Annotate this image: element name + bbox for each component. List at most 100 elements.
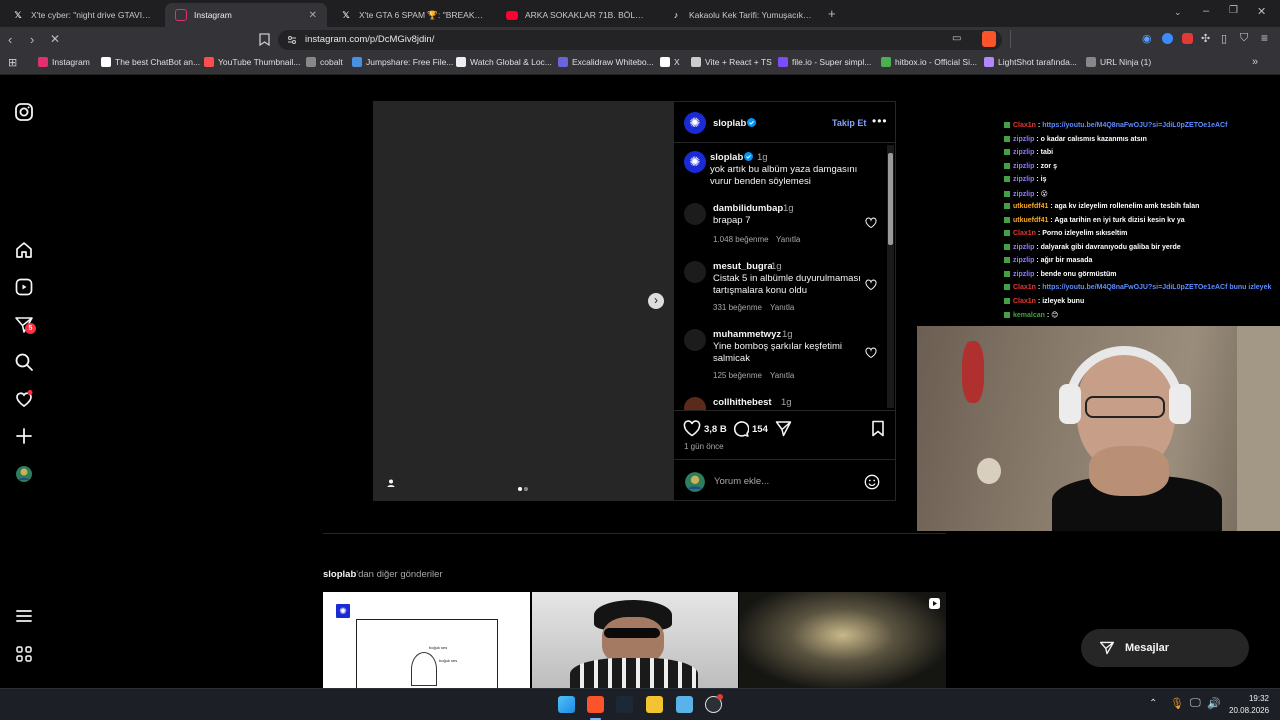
post-date[interactable]: 1 gün önce bbox=[684, 442, 724, 451]
extension-icon[interactable] bbox=[1162, 33, 1173, 44]
extensions-icon[interactable]: ✣ bbox=[1201, 32, 1210, 45]
bookmark-item[interactable]: X bbox=[660, 57, 680, 67]
comment-bubble-icon[interactable] bbox=[732, 420, 749, 437]
create-plus-icon[interactable] bbox=[14, 426, 34, 446]
comments-count[interactable]: 154 bbox=[752, 424, 768, 435]
new-tab-icon[interactable]: + bbox=[828, 6, 836, 21]
browser-tab[interactable]: ♪ Kakaolu Kek Tarifi: Yumuşacık, Kolay v bbox=[660, 3, 822, 27]
commenter-username[interactable]: mesut_bugra bbox=[713, 261, 773, 272]
more-bookmarks-icon[interactable]: » bbox=[1252, 56, 1258, 68]
author-avatar[interactable]: ✺ bbox=[684, 112, 706, 134]
url-field[interactable]: instagram.com/p/DcMGiv8jdin/ bbox=[278, 30, 1002, 50]
commenter-avatar[interactable] bbox=[684, 203, 706, 225]
commenter-username[interactable]: collhithebest bbox=[713, 397, 772, 408]
steam-icon[interactable] bbox=[616, 696, 633, 713]
next-slide-button[interactable]: › bbox=[648, 293, 664, 309]
notifications-heart-icon[interactable] bbox=[14, 389, 34, 409]
bookmark-item[interactable]: hitbox.io - Official Si... bbox=[881, 57, 977, 67]
more-options-icon[interactable]: ••• bbox=[872, 114, 888, 128]
comments-list[interactable]: ✺ sloplab 1g yok artık bu albüm yaza dam… bbox=[674, 143, 896, 410]
file-explorer-icon[interactable] bbox=[646, 696, 663, 713]
also-from-meta-icon[interactable] bbox=[14, 644, 34, 664]
save-bookmark-icon[interactable] bbox=[871, 420, 885, 437]
apps-grid-icon[interactable]: ⊞ bbox=[8, 56, 17, 69]
reply-button[interactable]: Yanıtla bbox=[776, 235, 800, 244]
clock-date[interactable]: 20.08.2026 bbox=[1229, 706, 1269, 715]
cast-icon[interactable]: ▭ bbox=[952, 33, 961, 44]
post-media[interactable]: › bbox=[373, 101, 674, 501]
messages-icon[interactable]: 5 bbox=[14, 315, 36, 335]
browser-tab[interactable]: 𝕏 X'te GTA 6 SPAM 🏆: "BREAKING: NE bbox=[330, 3, 494, 27]
volume-icon[interactable]: 🔊 bbox=[1207, 697, 1221, 710]
commenter-username[interactable]: dambilidumbap bbox=[713, 203, 783, 214]
commenter-avatar[interactable] bbox=[684, 261, 706, 283]
like-comment-icon[interactable] bbox=[865, 279, 877, 291]
network-icon[interactable]: 🖵 bbox=[1190, 697, 1201, 710]
maximize-icon[interactable]: ❐ bbox=[1229, 5, 1238, 16]
more-post-thumbnail[interactable]: ✺ boğuk ses boğuk ses bbox=[323, 592, 530, 688]
browser-tab-active[interactable]: Instagram ✕ bbox=[165, 3, 327, 27]
scrollbar-thumb[interactable] bbox=[888, 153, 893, 245]
close-tab-icon[interactable]: ✕ bbox=[309, 10, 317, 21]
bookmark-item[interactable]: cobalt bbox=[306, 57, 343, 67]
windows-start-icon[interactable] bbox=[558, 696, 575, 713]
photos-app-icon[interactable] bbox=[676, 696, 693, 713]
bookmark-item[interactable]: Vite + React + TS bbox=[691, 57, 772, 67]
emoji-icon[interactable] bbox=[864, 474, 880, 490]
tray-chevron-icon[interactable]: ⌃ bbox=[1149, 698, 1157, 709]
menu-icon[interactable]: ≡ bbox=[1261, 31, 1268, 45]
browser-tab[interactable]: ARKA SOKAKLAR 71B. BÖLÜM | 4K - bbox=[496, 3, 658, 27]
caption-avatar[interactable]: ✺ bbox=[684, 151, 706, 173]
tagged-user-icon[interactable] bbox=[386, 478, 396, 488]
follow-button[interactable]: Takip Et bbox=[832, 118, 866, 128]
site-settings-icon[interactable] bbox=[287, 35, 297, 45]
like-comment-icon[interactable] bbox=[865, 217, 877, 229]
caption-username[interactable]: sloplab bbox=[710, 152, 743, 163]
profile-avatar[interactable] bbox=[14, 464, 34, 484]
author-username[interactable]: sloplab bbox=[713, 118, 746, 129]
vpn-shield-icon[interactable]: ⛉ bbox=[1240, 32, 1248, 45]
brave-shield-icon[interactable] bbox=[982, 31, 996, 47]
speaker-extension-icon[interactable]: ◉ bbox=[1142, 32, 1152, 45]
comment-likes[interactable]: 331 beğenme bbox=[713, 303, 762, 312]
messages-button[interactable]: Mesajlar bbox=[1081, 629, 1249, 667]
forward-icon[interactable]: › bbox=[30, 32, 34, 47]
search-icon[interactable] bbox=[14, 352, 34, 372]
reels-icon[interactable] bbox=[14, 277, 34, 297]
bookmark-item[interactable]: Jumpshare: Free File... bbox=[352, 57, 453, 67]
likes-count[interactable]: 3,8 B bbox=[704, 424, 727, 435]
stop-loading-icon[interactable]: ✕ bbox=[50, 32, 60, 46]
commenter-avatar[interactable] bbox=[684, 397, 706, 410]
microphone-icon[interactable]: 🎙 bbox=[1170, 697, 1184, 710]
bookmark-item[interactable]: Watch Global & Loc... bbox=[456, 57, 552, 67]
close-window-icon[interactable]: ✕ bbox=[1257, 5, 1266, 18]
commenter-username[interactable]: muhammetwyz bbox=[713, 329, 781, 340]
comment-likes[interactable]: 125 beğenme bbox=[713, 371, 762, 380]
more-post-thumbnail[interactable] bbox=[532, 592, 738, 688]
more-posts-username[interactable]: sloplab bbox=[323, 569, 356, 580]
commenter-avatar[interactable] bbox=[684, 329, 706, 351]
bookmark-page-icon[interactable] bbox=[259, 33, 270, 46]
more-post-thumbnail[interactable] bbox=[739, 592, 946, 688]
reply-button[interactable]: Yanıtla bbox=[770, 303, 794, 312]
bookmark-item[interactable]: The best ChatBot an... bbox=[101, 57, 200, 67]
like-comment-icon[interactable] bbox=[865, 347, 877, 359]
bookmark-item[interactable]: file.io - Super simpl... bbox=[778, 57, 871, 67]
bookmark-item[interactable]: URL Ninja (1) bbox=[1086, 57, 1151, 67]
minimize-icon[interactable]: – bbox=[1203, 5, 1209, 17]
back-icon[interactable]: ‹ bbox=[8, 32, 12, 47]
bookmark-item[interactable]: LightShot tarafında... bbox=[984, 57, 1077, 67]
brave-browser-icon[interactable] bbox=[587, 696, 604, 713]
comments-scrollbar[interactable] bbox=[887, 145, 894, 408]
bookmark-item[interactable]: Excalidraw Whitebo... bbox=[558, 57, 654, 67]
add-comment-input[interactable]: Yorum ekle... bbox=[714, 476, 769, 487]
extension-icon[interactable] bbox=[1182, 33, 1193, 44]
share-icon[interactable] bbox=[775, 420, 792, 437]
bookmark-item[interactable]: YouTube Thumbnail... bbox=[204, 57, 300, 67]
chevron-down-icon[interactable]: ⌄ bbox=[1174, 7, 1182, 18]
clock-time[interactable]: 19:32 bbox=[1229, 694, 1269, 703]
browser-tab[interactable]: 𝕏 X'te cyber: "night drive GTAVI look in bbox=[2, 3, 162, 27]
comment-likes[interactable]: 1.048 beğenme bbox=[713, 235, 769, 244]
instagram-logo-icon[interactable] bbox=[14, 102, 34, 122]
sidebar-icon[interactable]: ▯ bbox=[1221, 32, 1227, 45]
